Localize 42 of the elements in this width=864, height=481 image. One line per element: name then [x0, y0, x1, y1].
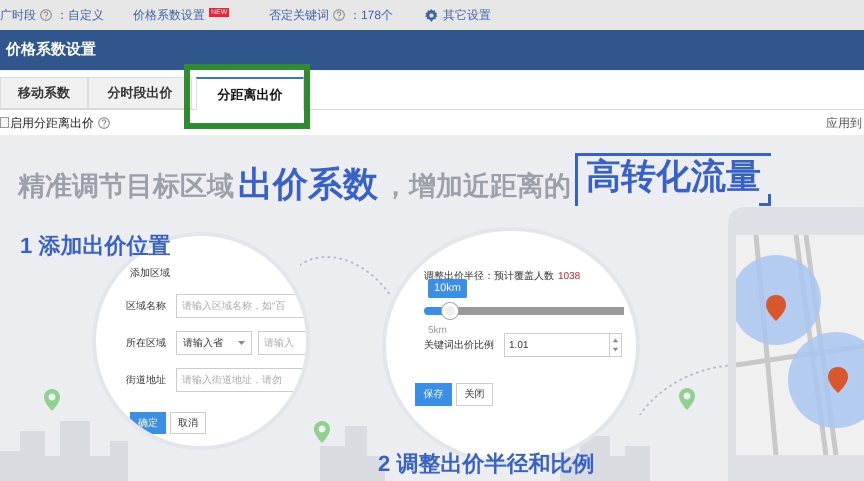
- form-button[interactable]: 保存: [415, 383, 452, 406]
- map-pin-icon: [43, 388, 61, 412]
- ratio-label: 关键词出价比例: [424, 338, 494, 352]
- field-label: 区域名称: [126, 300, 167, 314]
- help-icon[interactable]: [333, 9, 345, 21]
- slider-tooltip: 10km: [428, 279, 467, 298]
- province-select[interactable]: 请输入省: [176, 331, 252, 355]
- form-button[interactable]: 关闭: [456, 383, 493, 406]
- nav-link[interactable]: 价格系数设置: [133, 6, 205, 24]
- headline-text: ，增加近距离的: [382, 170, 571, 203]
- nav-link[interactable]: 否定关键词: [269, 6, 329, 24]
- step-title: 2 调整出价半径和比例: [378, 450, 594, 478]
- field-label: 街道地址: [126, 374, 167, 388]
- step-title: 1 添加出价位置: [20, 232, 170, 260]
- headline-text: 精准调节目标区域: [18, 170, 234, 203]
- spinner-icon[interactable]: [609, 334, 621, 356]
- checkbox[interactable]: [0, 117, 9, 128]
- settings-icon[interactable]: [425, 8, 438, 22]
- panel-title: 价格系数设置: [6, 40, 96, 60]
- caret-icon: [238, 341, 245, 345]
- help-icon[interactable]: [40, 9, 52, 21]
- nav-value: ：178个: [349, 7, 394, 24]
- ratio-input[interactable]: 1.01: [504, 333, 622, 357]
- form-button[interactable]: 取消: [170, 412, 206, 434]
- map-pin-icon: [678, 387, 696, 411]
- form-title: 添加区域: [130, 266, 170, 281]
- headline-emphasis: 高转化流量: [575, 153, 771, 206]
- nav-value: ：自定义: [56, 7, 104, 24]
- field-label: 所在区域: [126, 336, 167, 350]
- checkbox-label[interactable]: 启用分距离出价: [10, 114, 94, 132]
- help-icon[interactable]: [98, 116, 110, 128]
- slider-thumb[interactable]: [442, 303, 458, 319]
- tab[interactable]: 分时段出价: [88, 77, 192, 109]
- nav-link[interactable]: 广时段: [0, 6, 36, 24]
- min-label: 5km: [428, 324, 447, 338]
- tab[interactable]: 移动系数: [0, 77, 88, 109]
- map-pin-icon: [313, 420, 331, 444]
- tab[interactable]: 分距离出价: [196, 77, 304, 110]
- nav-link[interactable]: 其它设置: [443, 6, 491, 24]
- apply-link[interactable]: 应用到: [826, 114, 862, 132]
- headline-emphasis: 出价系数: [237, 164, 379, 206]
- form-button[interactable]: 确定: [130, 412, 166, 434]
